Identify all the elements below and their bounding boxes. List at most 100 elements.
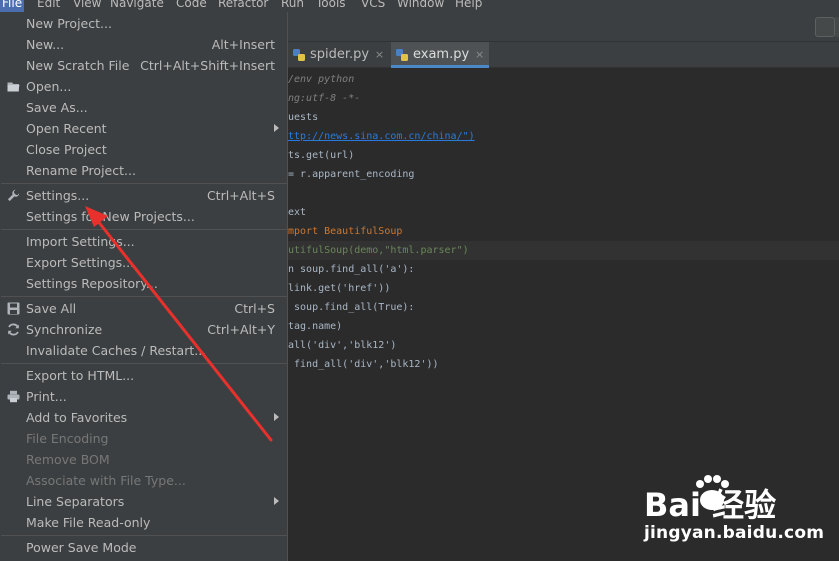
menu-item-associate-file-type: Associate with File Type... (0, 470, 287, 491)
menu-item-file-encoding: File Encoding (0, 428, 287, 449)
menu-item-label: Power Save Mode (26, 540, 137, 555)
code-line: all('div','blk12') (288, 340, 397, 351)
python-file-icon (396, 49, 408, 61)
menu-item-export-settings[interactable]: Export Settings... (0, 252, 287, 273)
folder-icon (7, 82, 20, 92)
menu-item-make-read-only[interactable]: Make File Read-only (0, 512, 287, 533)
menu-item-invalidate-caches[interactable]: Invalidate Caches / Restart... (0, 340, 287, 361)
menu-item-settings[interactable]: Settings... Ctrl+Alt+S (0, 185, 287, 206)
code-line: n soup.find_all('a'): (288, 264, 415, 275)
menu-item-label: Save As... (26, 100, 88, 115)
menu-vcs[interactable]: VCS (359, 0, 387, 12)
file-menu-dropdown: New Project... New... Alt+Insert New Scr… (0, 12, 288, 561)
menu-item-import-settings[interactable]: Import Settings... (0, 231, 287, 252)
menu-run[interactable]: Run (279, 0, 306, 12)
menu-navigate[interactable]: Navigate (108, 0, 166, 12)
menu-file[interactable]: File (0, 0, 25, 12)
menu-item-open[interactable]: Open... (0, 76, 287, 97)
save-icon (7, 302, 20, 315)
menu-item-label: Close Project (26, 142, 107, 157)
menu-item-power-save-mode[interactable]: Power Save Mode (0, 537, 287, 558)
menu-item-label: Add to Favorites (26, 410, 128, 425)
menu-item-label: New Project... (26, 16, 112, 31)
tab-spider-py[interactable]: spider.py × (288, 42, 389, 68)
menu-tools[interactable]: Tools (314, 0, 348, 12)
menu-item-new-scratch-file[interactable]: New Scratch File Ctrl+Alt+Shift+Insert (0, 55, 287, 76)
menu-item-print[interactable]: Print... (0, 386, 287, 407)
menu-edit[interactable]: Edit (35, 0, 62, 12)
menu-item-add-to-favorites[interactable]: Add to Favorites (0, 407, 287, 428)
code-line: mport BeautifulSoup (288, 226, 403, 237)
menu-separator (1, 229, 287, 230)
menu-item-label: Settings for New Projects... (26, 209, 195, 224)
python-file-icon (293, 49, 305, 61)
tab-label: spider.py (310, 47, 370, 62)
menu-item-label: New... (26, 37, 65, 52)
close-icon[interactable]: × (475, 42, 484, 68)
menu-item-label: Open Recent (26, 121, 107, 136)
menu-item-rename-project[interactable]: Rename Project... (0, 160, 287, 181)
menu-item-label: Open... (26, 79, 72, 94)
menu-separator (1, 296, 287, 297)
menu-refactor[interactable]: Refactor (216, 0, 270, 12)
code-line: find_all('div','blk12')) (288, 359, 439, 370)
printer-icon (7, 390, 20, 403)
submenu-arrow-icon (274, 413, 279, 421)
code-line: /env python (288, 74, 355, 85)
menu-item-label: Export to HTML... (26, 368, 135, 383)
code-line: uests (288, 112, 319, 123)
menu-item-shortcut: Ctrl+Alt+S (206, 188, 275, 203)
menu-item-synchronize[interactable]: Synchronize Ctrl+Alt+Y (0, 319, 287, 340)
code-line: = r.apparent_encoding (288, 169, 415, 180)
menu-item-shortcut: Ctrl+S (234, 301, 275, 316)
code-line: ttp://news.sina.com.cn/china/") (288, 131, 475, 142)
tab-label: exam.py (413, 47, 470, 62)
menu-item-shortcut: Ctrl+Alt+Shift+Insert (140, 58, 275, 73)
menu-item-label: Import Settings... (26, 234, 135, 249)
toolbar-button[interactable] (815, 17, 835, 37)
menu-item-close-project[interactable]: Close Project (0, 139, 287, 160)
code-line: link.get('href')) (288, 283, 391, 294)
toolbar-button-edge (835, 17, 839, 37)
menu-item-line-separators[interactable]: Line Separators (0, 491, 287, 512)
menu-code[interactable]: Code (174, 0, 209, 12)
menu-help[interactable]: Help (453, 0, 484, 12)
menu-separator (1, 363, 287, 364)
menu-item-label: Settings... (26, 188, 90, 203)
menu-item-remove-bom: Remove BOM (0, 449, 287, 470)
menu-item-label: New Scratch File (26, 58, 130, 73)
menu-item-shortcut: Alt+Insert (211, 37, 275, 52)
menu-item-new[interactable]: New... Alt+Insert (0, 34, 287, 55)
menu-view[interactable]: View (71, 0, 103, 12)
menu-item-label: Remove BOM (26, 452, 110, 467)
tab-exam-py[interactable]: exam.py × (391, 42, 490, 68)
menu-item-export-html[interactable]: Export to HTML... (0, 365, 287, 386)
submenu-arrow-icon (274, 124, 279, 132)
code-line: tag.name) (288, 321, 343, 332)
menu-item-label: Print... (26, 389, 67, 404)
menu-item-label: Rename Project... (26, 163, 136, 178)
menu-item-label: Save All (26, 301, 77, 316)
menu-item-settings-repository[interactable]: Settings Repository... (0, 273, 287, 294)
menu-item-shortcut: Ctrl+Alt+Y (207, 322, 275, 337)
menu-separator (1, 183, 287, 184)
menu-item-settings-new-projects[interactable]: Settings for New Projects... (0, 206, 287, 227)
menu-item-save-all[interactable]: Save All Ctrl+S (0, 298, 287, 319)
menu-item-label: File Encoding (26, 431, 109, 446)
menu-item-label: Invalidate Caches / Restart... (26, 343, 207, 358)
ide-window: File Edit View Navigate Code Refactor Ru… (0, 0, 839, 561)
sync-icon (8, 323, 19, 336)
wrench-icon (7, 189, 20, 202)
menu-item-label: Export Settings... (26, 255, 135, 270)
submenu-arrow-icon (274, 497, 279, 505)
menu-window[interactable]: Window (395, 0, 446, 12)
menu-item-save-as[interactable]: Save As... (0, 97, 287, 118)
menu-item-label: Make File Read-only (26, 515, 151, 530)
code-line-current: utifulSoup(demo,"html.parser") (288, 241, 839, 260)
menu-item-new-project[interactable]: New Project... (0, 13, 287, 34)
code-line: ext (288, 207, 307, 218)
menu-separator (1, 535, 287, 536)
close-icon[interactable]: × (375, 42, 384, 68)
menu-item-open-recent[interactable]: Open Recent (0, 118, 287, 139)
